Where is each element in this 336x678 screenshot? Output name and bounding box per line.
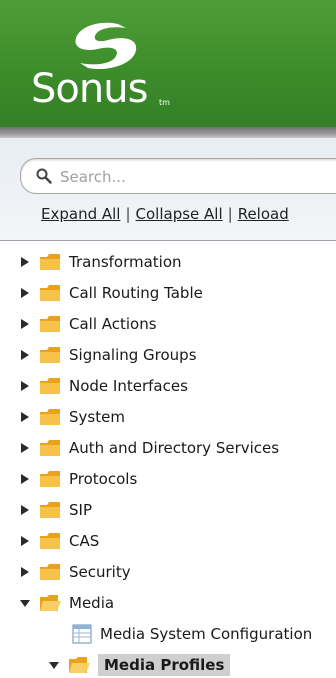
header-shadow-bar [0, 127, 336, 138]
folder-closed-icon [40, 440, 60, 456]
expand-arrow-icon[interactable] [19, 442, 31, 454]
expand-arrow-icon[interactable] [19, 504, 31, 516]
tree-item-system[interactable]: System [19, 404, 125, 430]
tree-item-label: Node Interfaces [69, 377, 188, 395]
tree-actions: Expand All | Collapse All | Reload [41, 205, 289, 223]
expand-arrow-icon[interactable] [19, 411, 31, 423]
separator: | [125, 205, 131, 223]
collapse-all-link[interactable]: Collapse All [136, 205, 223, 223]
tree-item-cas[interactable]: CAS [19, 528, 99, 554]
folder-closed-icon [40, 347, 60, 363]
tree-item-protocols[interactable]: Protocols [19, 466, 137, 492]
expand-arrow-icon[interactable] [19, 256, 31, 268]
header-banner: Sonus tm [0, 0, 336, 127]
tree-item-media[interactable]: Media [19, 590, 114, 616]
expand-arrow-icon[interactable] [19, 349, 31, 361]
tree-item-label: Call Routing Table [69, 284, 203, 302]
expand-arrow-icon[interactable] [19, 318, 31, 330]
folder-closed-icon [40, 378, 60, 394]
folder-closed-icon [40, 254, 60, 270]
tree-item-label: System [69, 408, 125, 426]
expand-arrow-icon[interactable] [19, 535, 31, 547]
brand-name: Sonus [31, 66, 148, 112]
folder-closed-icon [40, 285, 60, 301]
table-icon [72, 624, 92, 644]
tree-item-signaling-groups[interactable]: Signaling Groups [19, 342, 197, 368]
folder-closed-icon [40, 316, 60, 332]
folder-closed-icon [40, 409, 60, 425]
tree-item-label: CAS [69, 532, 100, 550]
separator: | [227, 205, 233, 223]
collapse-arrow-icon[interactable] [48, 659, 60, 671]
tree-item-label-selected: Media Profiles [98, 654, 231, 676]
tree-item-media-system-configuration[interactable]: Media System Configuration [72, 621, 312, 647]
tree-item-label: Media [69, 594, 115, 612]
folder-open-icon [40, 595, 61, 611]
tree-item-label: Auth and Directory Services [69, 439, 280, 457]
folder-closed-icon [40, 502, 60, 518]
tree-item-label: Media System Configuration [100, 625, 313, 643]
folder-open-icon [69, 657, 90, 673]
tree-item-call-routing-table[interactable]: Call Routing Table [19, 280, 203, 306]
tree-item-sip[interactable]: SIP [19, 497, 92, 523]
tree-item-label: SIP [69, 501, 92, 519]
tree-item-security[interactable]: Security [19, 559, 131, 585]
folder-closed-icon [40, 533, 60, 549]
trademark-mark: tm [159, 98, 170, 107]
tree-item-auth-and-directory-services[interactable]: Auth and Directory Services [19, 435, 279, 461]
folder-closed-icon [40, 564, 60, 580]
expand-arrow-icon[interactable] [19, 380, 31, 392]
expand-arrow-icon[interactable] [19, 473, 31, 485]
tree-item-transformation[interactable]: Transformation [19, 249, 182, 275]
tree-item-label: Transformation [69, 253, 182, 271]
reload-link[interactable]: Reload [238, 205, 289, 223]
search-input[interactable] [60, 166, 320, 188]
tree-item-label: Signaling Groups [69, 346, 197, 364]
folder-closed-icon [40, 471, 60, 487]
tree-item-media-profiles[interactable]: Media Profiles [48, 652, 231, 678]
expand-arrow-icon[interactable] [19, 566, 31, 578]
collapse-arrow-icon[interactable] [19, 597, 31, 609]
tree-item-node-interfaces[interactable]: Node Interfaces [19, 373, 188, 399]
sonus-logo-icon [75, 22, 137, 70]
expand-arrow-icon[interactable] [19, 287, 31, 299]
search-icon [36, 168, 52, 184]
tree-item-label: Protocols [69, 470, 138, 488]
tree-item-label: Security [69, 563, 131, 581]
tree-item-label: Call Actions [69, 315, 157, 333]
tree-item-call-actions[interactable]: Call Actions [19, 311, 157, 337]
expand-all-link[interactable]: Expand All [41, 205, 120, 223]
